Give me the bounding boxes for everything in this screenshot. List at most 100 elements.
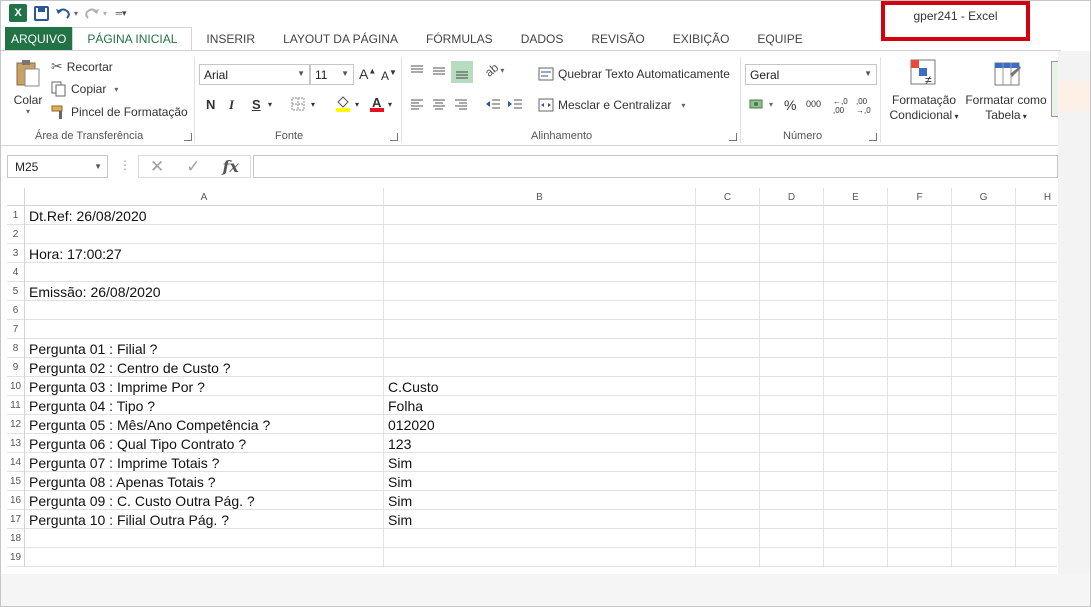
align-center-button[interactable] <box>431 96 451 112</box>
format-painter-button[interactable]: Pincel de Formatação <box>51 104 188 120</box>
align-top-button[interactable] <box>409 63 429 79</box>
bold-button[interactable]: N <box>206 97 215 112</box>
cell-b[interactable] <box>384 301 696 320</box>
cell-b[interactable]: Folha <box>384 396 696 415</box>
empty-cell[interactable] <box>760 396 824 415</box>
empty-cell[interactable] <box>696 377 760 396</box>
empty-cell[interactable] <box>696 472 760 491</box>
cell-b[interactable]: 012020 <box>384 415 696 434</box>
row-header[interactable]: 18 <box>7 529 25 548</box>
cell-b[interactable] <box>384 339 696 358</box>
font-name-select[interactable]: Arial ▼ <box>199 64 310 85</box>
empty-cell[interactable] <box>952 225 1016 244</box>
empty-cell[interactable] <box>760 320 824 339</box>
cell-a[interactable]: Pergunta 05 : Mês/Ano Competência ? <box>25 415 384 434</box>
empty-cell[interactable] <box>824 510 888 529</box>
cell-a[interactable]: Dt.Ref: 26/08/2020 <box>25 206 384 225</box>
name-box[interactable]: M25 ▼ <box>7 155 108 178</box>
cell-a[interactable] <box>25 225 384 244</box>
empty-cell[interactable] <box>824 244 888 263</box>
empty-cell[interactable] <box>696 415 760 434</box>
empty-cell[interactable] <box>1016 320 1057 339</box>
empty-cell[interactable] <box>888 301 952 320</box>
empty-cell[interactable] <box>824 206 888 225</box>
undo-dropdown-icon[interactable]: ▾ <box>74 9 78 18</box>
empty-cell[interactable] <box>888 396 952 415</box>
row-header[interactable]: 10 <box>7 377 25 396</box>
number-launcher-icon[interactable] <box>869 133 877 141</box>
empty-cell[interactable] <box>824 491 888 510</box>
empty-cell[interactable] <box>824 358 888 377</box>
italic-button[interactable]: I <box>229 97 234 113</box>
empty-cell[interactable] <box>888 510 952 529</box>
empty-cell[interactable] <box>824 396 888 415</box>
empty-cell[interactable] <box>952 358 1016 377</box>
column-header-g[interactable]: G <box>952 188 1016 206</box>
empty-cell[interactable] <box>824 263 888 282</box>
empty-cell[interactable] <box>952 491 1016 510</box>
empty-cell[interactable] <box>824 472 888 491</box>
cell-a[interactable]: Hora: 17:00:27 <box>25 244 384 263</box>
empty-cell[interactable] <box>1016 434 1057 453</box>
empty-cell[interactable] <box>824 339 888 358</box>
empty-cell[interactable] <box>760 339 824 358</box>
cell-b[interactable] <box>384 320 696 339</box>
cut-button[interactable]: ✂ Recortar <box>51 58 113 75</box>
empty-cell[interactable] <box>888 472 952 491</box>
tab-formulas[interactable]: FÓRMULAS <box>412 27 507 51</box>
cell-b[interactable] <box>384 282 696 301</box>
row-header[interactable]: 7 <box>7 320 25 339</box>
cell-b[interactable] <box>384 225 696 244</box>
empty-cell[interactable] <box>696 510 760 529</box>
cell-a[interactable]: Emissão: 26/08/2020 <box>25 282 384 301</box>
empty-cell[interactable] <box>824 529 888 548</box>
column-header-b[interactable]: B <box>384 188 696 206</box>
empty-cell[interactable] <box>760 263 824 282</box>
empty-cell[interactable] <box>888 434 952 453</box>
row-header[interactable]: 9 <box>7 358 25 377</box>
empty-cell[interactable] <box>1016 358 1057 377</box>
row-header[interactable]: 17 <box>7 510 25 529</box>
formula-input[interactable] <box>253 155 1058 178</box>
underline-button[interactable]: S <box>252 97 261 112</box>
empty-cell[interactable] <box>1016 206 1057 225</box>
cancel-icon[interactable]: ✕ <box>150 157 164 177</box>
empty-cell[interactable] <box>696 320 760 339</box>
empty-cell[interactable] <box>888 491 952 510</box>
select-all-corner[interactable] <box>7 188 25 206</box>
empty-cell[interactable] <box>952 263 1016 282</box>
empty-cell[interactable] <box>1016 282 1057 301</box>
cell-b[interactable] <box>384 206 696 225</box>
empty-cell[interactable] <box>760 225 824 244</box>
cell-a[interactable]: Pergunta 08 : Apenas Totais ? <box>25 472 384 491</box>
empty-cell[interactable] <box>1016 548 1057 567</box>
empty-cell[interactable] <box>824 225 888 244</box>
empty-cell[interactable] <box>952 510 1016 529</box>
borders-dropdown-icon[interactable]: ▾ <box>311 100 315 109</box>
alignment-launcher-icon[interactable] <box>729 133 737 141</box>
save-button[interactable] <box>33 4 49 22</box>
empty-cell[interactable] <box>824 301 888 320</box>
wrap-text-button[interactable]: Quebrar Texto Automaticamente <box>538 66 730 82</box>
cell-a[interactable] <box>25 263 384 282</box>
font-launcher-icon[interactable] <box>390 133 398 141</box>
empty-cell[interactable] <box>696 396 760 415</box>
empty-cell[interactable] <box>1016 472 1057 491</box>
empty-cell[interactable] <box>760 510 824 529</box>
row-header[interactable]: 1 <box>7 206 25 225</box>
align-left-button[interactable] <box>409 96 429 112</box>
empty-cell[interactable] <box>888 320 952 339</box>
row-header[interactable]: 19 <box>7 548 25 567</box>
cell-a[interactable] <box>25 529 384 548</box>
insert-function-button[interactable]: fx <box>223 157 239 176</box>
empty-cell[interactable] <box>824 415 888 434</box>
empty-cell[interactable] <box>760 206 824 225</box>
merge-center-button[interactable]: Mesclar e Centralizar ▾ <box>538 97 685 113</box>
fill-color-button[interactable] <box>334 94 352 115</box>
enter-icon[interactable]: ✓ <box>186 157 200 177</box>
empty-cell[interactable] <box>1016 529 1057 548</box>
row-header[interactable]: 11 <box>7 396 25 415</box>
empty-cell[interactable] <box>760 358 824 377</box>
empty-cell[interactable] <box>952 301 1016 320</box>
empty-cell[interactable] <box>888 244 952 263</box>
